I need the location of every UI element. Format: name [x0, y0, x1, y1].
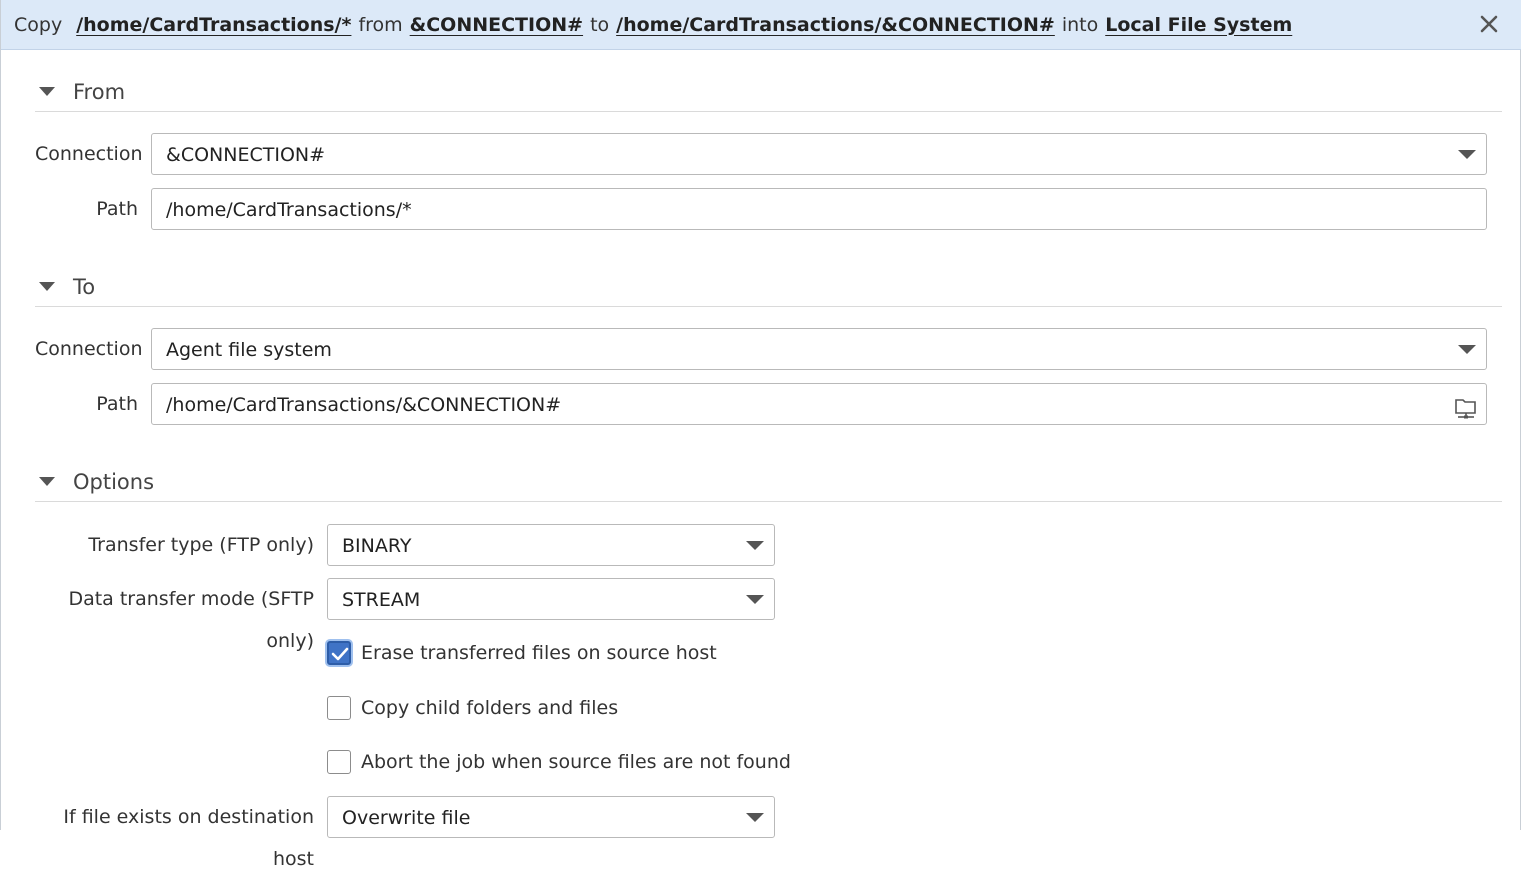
if-file-exists-label: If file exists on destination host: [63, 806, 314, 870]
erase-source-files-checkbox[interactable]: [327, 641, 351, 665]
to-connection-label: Connection: [35, 338, 143, 360]
header-word-to: to: [590, 13, 610, 36]
dropdown-caret-icon: [746, 595, 764, 604]
copy-child-folders-label: Copy child folders and files: [361, 697, 619, 719]
abort-when-not-found-label: Abort the job when source files are not …: [361, 751, 791, 773]
dropdown-caret-icon: [1458, 150, 1476, 159]
dropdown-caret-icon: [746, 541, 764, 550]
abort-when-not-found-option[interactable]: Abort the job when source files are not …: [327, 749, 791, 775]
if-file-exists-select[interactable]: Overwrite file: [327, 796, 775, 838]
from-section-toggle[interactable]: From: [35, 72, 1502, 112]
from-connection-label: Connection: [35, 143, 143, 165]
dropdown-caret-icon: [746, 813, 764, 822]
header-dest-path-link[interactable]: /home/CardTransactions/&CONNECTION#: [616, 14, 1055, 36]
data-transfer-mode-select[interactable]: STREAM: [327, 578, 775, 620]
close-icon[interactable]: [1478, 13, 1500, 35]
transfer-type-label: Transfer type (FTP only): [88, 534, 314, 556]
from-section-title: From: [73, 79, 126, 104]
to-section-toggle[interactable]: To: [35, 267, 1502, 307]
from-connection-select[interactable]: &CONNECTION#: [151, 133, 1487, 175]
abort-when-not-found-checkbox[interactable]: [327, 750, 351, 774]
dropdown-caret-icon: [1458, 345, 1476, 354]
header-word-from: from: [358, 13, 403, 36]
copy-child-folders-option[interactable]: Copy child folders and files: [327, 695, 618, 721]
from-path-value: /home/CardTransactions/*: [166, 199, 412, 221]
from-path-input[interactable]: /home/CardTransactions/*: [151, 188, 1487, 230]
header-dest-system-link[interactable]: Local File System: [1105, 14, 1292, 36]
header-word-into: into: [1061, 13, 1099, 36]
to-section-title: To: [73, 274, 96, 299]
header-source-connection-link[interactable]: &CONNECTION#: [410, 14, 583, 36]
from-connection-value: &CONNECTION#: [166, 144, 326, 166]
copy-job-panel: Copy /home/CardTransactions/* from &CONN…: [0, 0, 1521, 870]
from-path-label: Path: [96, 198, 138, 220]
to-path-input[interactable]: /home/CardTransactions/&CONNECTION#: [151, 383, 1487, 425]
to-path-label: Path: [96, 393, 138, 415]
copy-child-folders-checkbox[interactable]: [327, 696, 351, 720]
options-section-title: Options: [73, 469, 155, 494]
erase-source-files-option[interactable]: Erase transferred files on source host: [327, 640, 717, 666]
collapse-triangle-icon: [39, 477, 55, 486]
erase-source-files-label: Erase transferred files on source host: [361, 642, 717, 664]
to-path-value: /home/CardTransactions/&CONNECTION#: [166, 394, 562, 416]
to-connection-value: Agent file system: [166, 339, 332, 361]
header-source-path-link[interactable]: /home/CardTransactions/*: [76, 14, 351, 36]
collapse-triangle-icon: [39, 87, 55, 96]
browse-remote-folder-icon[interactable]: [1454, 393, 1478, 419]
data-transfer-mode-label: Data transfer mode (SFTP only): [68, 588, 314, 652]
data-transfer-mode-value: STREAM: [342, 589, 421, 611]
panel-header: Copy /home/CardTransactions/* from &CONN…: [1, 0, 1521, 50]
transfer-type-select[interactable]: BINARY: [327, 524, 775, 566]
if-file-exists-value: Overwrite file: [342, 807, 471, 829]
to-connection-select[interactable]: Agent file system: [151, 328, 1487, 370]
checkmark-icon: [331, 647, 349, 661]
header-prefix: Copy: [14, 13, 63, 36]
transfer-type-value: BINARY: [342, 535, 412, 557]
collapse-triangle-icon: [39, 282, 55, 291]
options-section-toggle[interactable]: Options: [35, 462, 1502, 502]
